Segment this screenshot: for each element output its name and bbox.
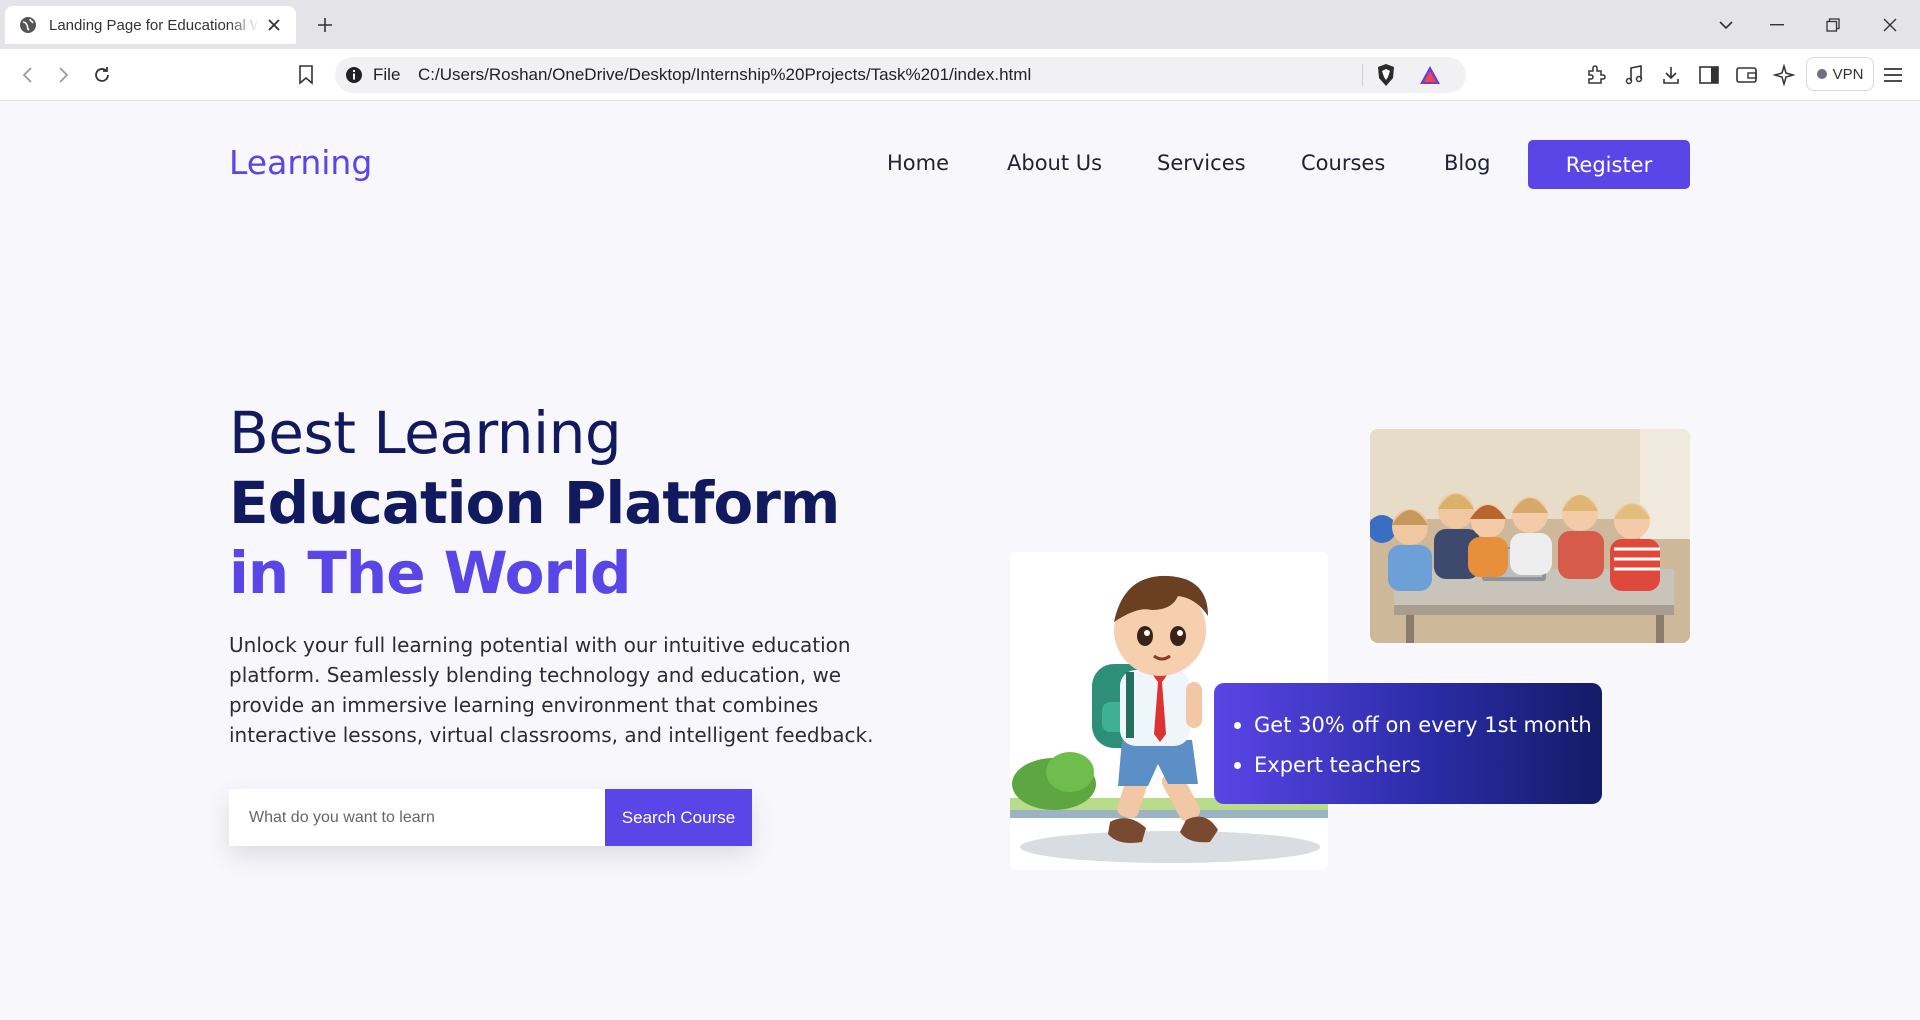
- hero-title-line-3: in The World: [229, 539, 632, 607]
- search-course-button[interactable]: Search Course: [605, 789, 752, 846]
- close-tab-icon[interactable]: [264, 15, 284, 35]
- url-text[interactable]: C:/Users/Roshan/OneDrive/Desktop/Interns…: [418, 65, 1031, 85]
- leo-ai-icon[interactable]: [1771, 62, 1797, 88]
- close-window-icon[interactable]: [1877, 12, 1903, 38]
- address-bar[interactable]: File C:/Users/Roshan/OneDrive/Desktop/In…: [335, 57, 1466, 93]
- extensions-icon[interactable]: [1583, 62, 1609, 88]
- nav-about-us[interactable]: About Us: [1007, 151, 1102, 175]
- address-divider: [1362, 64, 1363, 86]
- brave-shields-icon[interactable]: [1375, 63, 1397, 91]
- minimize-icon[interactable]: [1764, 12, 1790, 38]
- offer-card: Get 30% off on every 1st month Expert te…: [1214, 683, 1602, 804]
- address-scheme-label: File: [373, 65, 401, 84]
- feature-list: Get 30% off on every 1st month Expert te…: [1234, 705, 1602, 785]
- feature-item: Expert teachers: [1234, 745, 1602, 785]
- site-logo[interactable]: Learning: [229, 143, 372, 182]
- nav-blog[interactable]: Blog: [1444, 151, 1490, 175]
- reload-icon[interactable]: [89, 62, 115, 88]
- browser-tab[interactable]: Landing Page for Educational Website: [5, 6, 296, 44]
- vpn-button[interactable]: VPN: [1806, 57, 1874, 91]
- vpn-status-icon: [1816, 69, 1827, 79]
- tab-search-chevron-icon[interactable]: [1713, 12, 1739, 38]
- menu-icon[interactable]: [1880, 62, 1906, 88]
- nav-courses[interactable]: Courses: [1301, 151, 1385, 175]
- info-icon[interactable]: [345, 66, 363, 88]
- vpn-label: VPN: [1832, 65, 1864, 83]
- nav-home[interactable]: Home: [887, 151, 949, 175]
- brave-rewards-icon[interactable]: [1418, 64, 1442, 90]
- sidebar-icon[interactable]: [1696, 62, 1722, 88]
- course-search: Search Course: [229, 789, 752, 846]
- bookmark-icon[interactable]: [293, 62, 319, 88]
- landing-page: Learning Home About Us Services Courses …: [0, 101, 1920, 1020]
- globe-icon: [19, 16, 37, 34]
- hero-title-line-1: Best Learning: [229, 399, 622, 467]
- tab-title: Landing Page for Educational Website: [49, 16, 259, 34]
- hero-title-line-2: Education Platform: [229, 469, 840, 537]
- feature-item: Get 30% off on every 1st month: [1234, 705, 1602, 745]
- wallet-icon[interactable]: [1734, 62, 1760, 88]
- browser-tab-strip: Landing Page for Educational Website: [0, 0, 1920, 49]
- hero-description: Unlock your full learning potential with…: [229, 633, 874, 747]
- classroom-photo: [1370, 429, 1690, 643]
- search-input[interactable]: [229, 789, 605, 846]
- download-icon[interactable]: [1658, 62, 1684, 88]
- restore-icon[interactable]: [1820, 12, 1846, 38]
- back-icon[interactable]: [14, 62, 40, 88]
- register-button[interactable]: Register: [1528, 140, 1690, 189]
- new-tab-icon[interactable]: [313, 13, 337, 37]
- browser-toolbar: File C:/Users/Roshan/OneDrive/Desktop/In…: [0, 49, 1920, 101]
- forward-icon[interactable]: [51, 62, 77, 88]
- music-icon[interactable]: [1621, 62, 1647, 88]
- nav-services[interactable]: Services: [1157, 151, 1246, 175]
